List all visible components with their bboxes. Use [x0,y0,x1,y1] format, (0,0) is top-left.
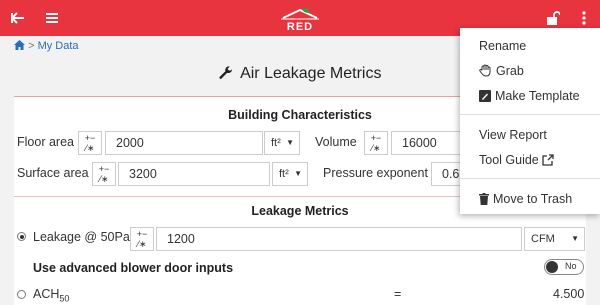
menu-item-move-to-trash[interactable]: Move to Trash [460,187,600,211]
menu-item-view-report[interactable]: View Report [460,123,600,147]
hand-grab-icon [479,64,491,77]
hamburger-icon[interactable] [40,0,64,36]
menu-item-make-template[interactable]: Make Template [460,84,600,108]
ach50-value: 4.500 [553,287,585,301]
ach50-radio[interactable] [17,290,26,299]
floor-area-stepper[interactable]: +− ⁄∗ [78,131,102,155]
ach50-label: ACH50 [33,287,70,304]
menu-item-grab[interactable]: Grab [460,59,600,83]
volume-stepper[interactable]: +− ⁄∗ [364,131,388,155]
floor-area-unit-select[interactable]: ft² ▼ [264,131,300,155]
leakage-50-stepper[interactable]: +− ⁄∗ [130,227,154,251]
volume-input[interactable]: 16000 [391,131,471,155]
advanced-inputs-label: Use advanced blower door inputs [33,261,234,275]
wrench-icon [218,66,232,79]
leakage-50-input[interactable]: 1200 [156,227,522,251]
external-link-icon [542,154,554,166]
home-icon[interactable] [14,40,25,50]
advanced-inputs-toggle[interactable]: No [544,259,584,275]
ach50-equals: = [394,287,402,301]
leakage-50-radio[interactable] [17,232,26,241]
template-icon [479,90,491,102]
volume-label: Volume [315,135,357,149]
surface-area-stepper[interactable]: +− ⁄∗ [92,162,116,186]
menu-divider [460,178,600,179]
toggle-knob [546,261,558,273]
options-menu: Rename Grab Make Template View Report To… [460,28,600,214]
surface-area-input[interactable]: 3200 [118,162,270,186]
back-arrow-icon[interactable] [6,0,30,36]
menu-item-tool-guide[interactable]: Tool Guide [460,148,600,172]
floor-area-input[interactable]: 2000 [105,131,263,155]
menu-divider [460,114,600,115]
surface-area-label: Surface area [17,166,89,180]
trash-icon [479,193,489,205]
breadcrumb-separator: > [28,40,35,52]
surface-area-unit-select[interactable]: ft² ▼ [272,162,308,186]
leakage-unit-select[interactable]: CFM ▼ [524,227,585,251]
page-title-text: Air Leakage Metrics [240,65,382,82]
red-logo: RED [281,8,319,31]
breadcrumb-my-data[interactable]: My Data [38,40,79,52]
menu-item-rename[interactable]: Rename [460,34,600,58]
floor-area-label: Floor area [17,135,74,149]
pressure-exponent-label: Pressure exponent [323,166,428,180]
toggle-label: No [565,261,577,271]
svg-text:RED: RED [287,21,313,31]
breadcrumb: > My Data [14,40,79,52]
leakage-50-label: Leakage @ 50Pa [33,230,130,244]
